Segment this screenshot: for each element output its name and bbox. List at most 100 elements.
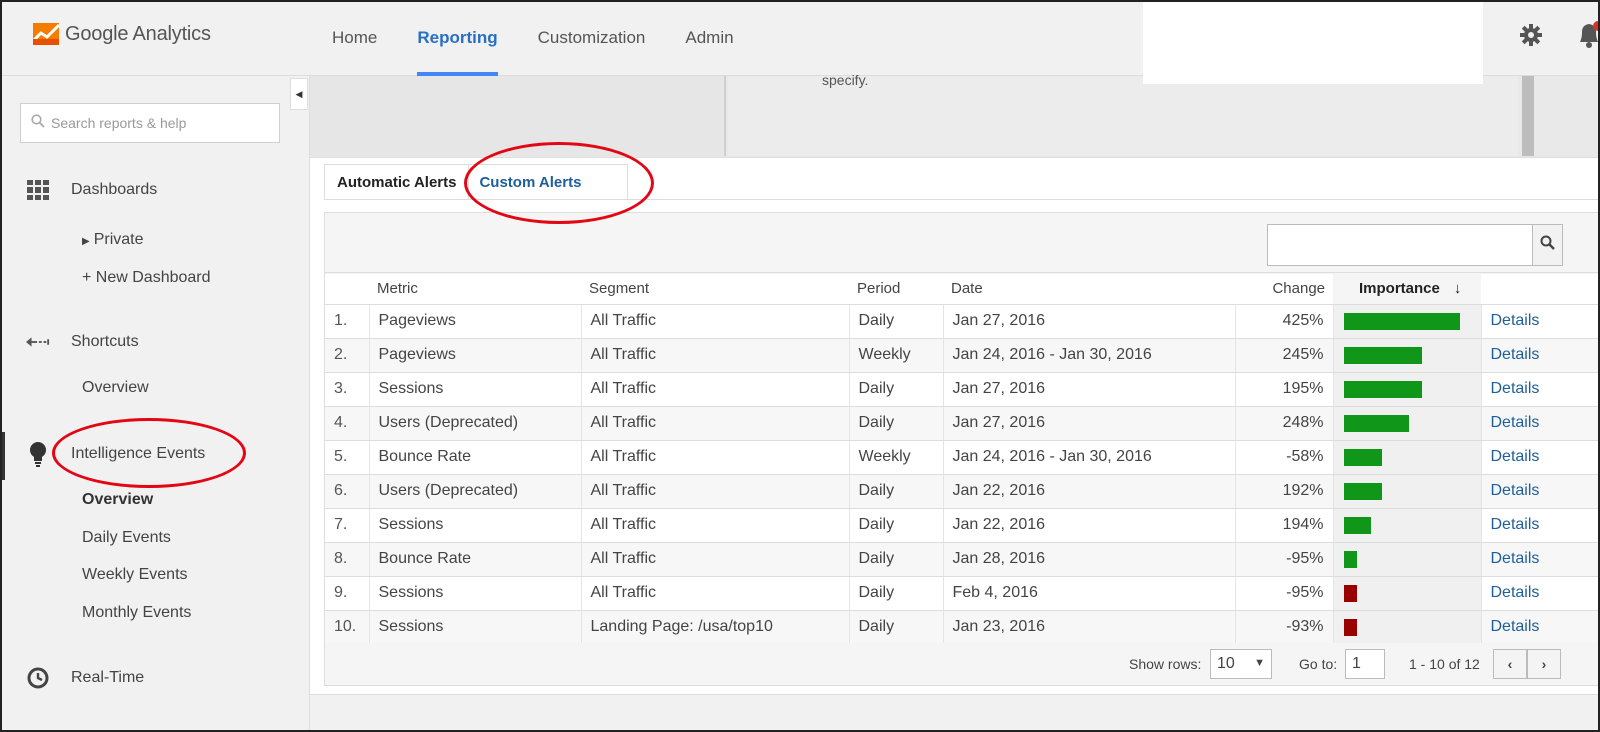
sidebar-item-monthly-events[interactable]: Monthly Events [82, 604, 191, 622]
sidebar-item-daily-events[interactable]: Daily Events [82, 529, 171, 547]
column-header-period[interactable]: Period [849, 274, 943, 305]
clock-icon [26, 666, 50, 690]
sidebar-item-new-dashboard[interactable]: + New Dashboard [82, 269, 211, 287]
nav-home[interactable]: Home [312, 2, 397, 76]
cell-segment: All Traffic [581, 372, 850, 407]
table-row[interactable]: 2. Pageviews All Traffic Weekly Jan 24, 2016… [325, 338, 1598, 373]
show-rows-select[interactable]: 10 ▼ [1210, 649, 1272, 679]
cell-metric: Sessions [369, 610, 582, 645]
alert-tabs: Automatic Alerts Custom Alerts [324, 164, 629, 200]
table-search-input[interactable] [1267, 224, 1533, 266]
details-link[interactable]: Details [1481, 474, 1598, 509]
table-search-button[interactable] [1533, 224, 1563, 266]
sidebar-item-real-time[interactable]: Real-Time [2, 666, 310, 690]
cell-period: Daily [849, 610, 944, 645]
table-row[interactable]: 9. Sessions All Traffic Daily Feb 4, 2016 -95… [325, 576, 1598, 611]
details-link[interactable]: Details [1481, 440, 1598, 475]
cell-importance [1333, 474, 1482, 509]
sidebar-item-weekly-events[interactable]: Weekly Events [82, 566, 188, 584]
caret-right-icon: ▶ [82, 236, 90, 247]
row-index: 1. [325, 304, 370, 339]
search-input[interactable] [51, 115, 271, 131]
cell-period: Weekly [849, 440, 944, 475]
details-link[interactable]: Details [1481, 508, 1598, 543]
cell-period: Daily [849, 406, 944, 441]
sidebar-item-private[interactable]: ▶ Private [82, 231, 144, 249]
sidebar-item-shortcuts-overview[interactable]: Overview [82, 379, 149, 397]
cell-metric: Sessions [369, 508, 582, 543]
table-row[interactable]: 7. Sessions All Traffic Daily Jan 22, 2016 19… [325, 508, 1598, 543]
cell-period: Daily [849, 304, 944, 339]
cell-period: Daily [849, 474, 944, 509]
table-row[interactable]: 4. Users (Deprecated) All Traffic Daily Jan … [325, 406, 1598, 441]
table-row[interactable]: 8. Bounce Rate All Traffic Daily Jan 28, 201… [325, 542, 1598, 577]
app-logo[interactable]: Google Analytics [33, 21, 211, 47]
details-link[interactable]: Details [1481, 576, 1598, 611]
importance-bar [1343, 618, 1357, 636]
column-header-metric[interactable]: Metric [369, 274, 581, 305]
upper-card [728, 76, 1518, 156]
tabs-divider [324, 199, 1598, 200]
table-header-row: Metric Segment Period Date Change Import… [325, 274, 1598, 305]
cell-importance [1333, 508, 1482, 543]
scrollbar[interactable] [1522, 76, 1534, 156]
sidebar: Dashboards ▶Private + New Dashboard Shor… [2, 76, 310, 730]
column-header-importance[interactable]: Importance ↓ [1333, 274, 1481, 305]
nav-reporting[interactable]: Reporting [397, 2, 517, 76]
tab-custom-alerts[interactable]: Custom Alerts [469, 164, 629, 200]
table-row[interactable]: 1. Pageviews All Traffic Daily Jan 27, 2016 4… [325, 304, 1598, 339]
sidebar-search[interactable] [20, 103, 280, 143]
sidebar-item-intelligence-overview[interactable]: Overview [82, 491, 153, 509]
gear-icon[interactable] [1519, 23, 1543, 47]
table-row[interactable]: 3. Sessions All Traffic Daily Jan 27, 2016 19… [325, 372, 1598, 407]
nav-admin[interactable]: Admin [665, 2, 753, 76]
arrow-down-icon: ↓ [1453, 280, 1462, 298]
app-window: Google Analytics Home Reporting Customiz… [0, 0, 1600, 732]
cell-segment: All Traffic [581, 338, 850, 373]
cell-change: 245% [1235, 338, 1334, 373]
chevron-left-icon: ‹ [1507, 656, 1513, 672]
cell-segment: All Traffic [581, 542, 850, 577]
details-link[interactable]: Details [1481, 406, 1598, 441]
row-index: 6. [325, 474, 370, 509]
nav-customization[interactable]: Customization [518, 2, 666, 76]
details-link[interactable]: Details [1481, 338, 1598, 373]
details-link[interactable]: Details [1481, 304, 1598, 339]
column-header-date[interactable]: Date [943, 274, 1235, 305]
importance-bar [1343, 414, 1409, 432]
cell-date: Jan 27, 2016 [943, 406, 1236, 441]
sidebar-item-intelligence-events[interactable]: Intelligence Events [2, 442, 310, 467]
chevron-right-icon: › [1541, 656, 1547, 672]
cell-date: Jan 22, 2016 [943, 474, 1236, 509]
table-row[interactable]: 10. Sessions Landing Page: /usa/top10 Daily… [325, 610, 1598, 645]
table-row[interactable]: 6. Users (Deprecated) All Traffic Daily Jan … [325, 474, 1598, 509]
bottom-strip [310, 694, 1598, 730]
top-navigation: Home Reporting Customization Admin [312, 2, 754, 76]
goto-input[interactable]: 1 [1345, 649, 1385, 679]
tab-automatic-alerts[interactable]: Automatic Alerts [324, 164, 470, 200]
sidebar-item-dashboards[interactable]: Dashboards [2, 178, 310, 202]
details-link[interactable]: Details [1481, 372, 1598, 407]
bell-icon[interactable] [1576, 20, 1598, 50]
details-link[interactable]: Details [1481, 542, 1598, 577]
column-header-segment[interactable]: Segment [581, 274, 849, 305]
importance-bar [1343, 550, 1357, 568]
cell-segment: All Traffic [581, 440, 850, 475]
row-index: 5. [325, 440, 370, 475]
cell-date: Jan 24, 2016 - Jan 30, 2016 [943, 440, 1236, 475]
sidebar-collapse-button[interactable]: ◀ [290, 78, 308, 110]
sidebar-item-shortcuts[interactable]: Shortcuts [2, 330, 310, 354]
upper-panel-text: specify. [822, 72, 869, 88]
grid-icon [26, 178, 50, 202]
details-link[interactable]: Details [1481, 610, 1598, 645]
cell-period: Daily [849, 372, 944, 407]
cell-change: -95% [1235, 542, 1334, 577]
next-page-button[interactable]: › [1527, 649, 1561, 679]
table-row[interactable]: 5. Bounce Rate All Traffic Weekly Jan 24, 20… [325, 440, 1598, 475]
cell-date: Jan 27, 2016 [943, 304, 1236, 339]
cell-segment: Landing Page: /usa/top10 [581, 610, 850, 645]
prev-page-button[interactable]: ‹ [1493, 649, 1527, 679]
column-header-change[interactable]: Change [1235, 274, 1333, 305]
cell-date: Jan 28, 2016 [943, 542, 1236, 577]
importance-bar [1343, 346, 1422, 364]
